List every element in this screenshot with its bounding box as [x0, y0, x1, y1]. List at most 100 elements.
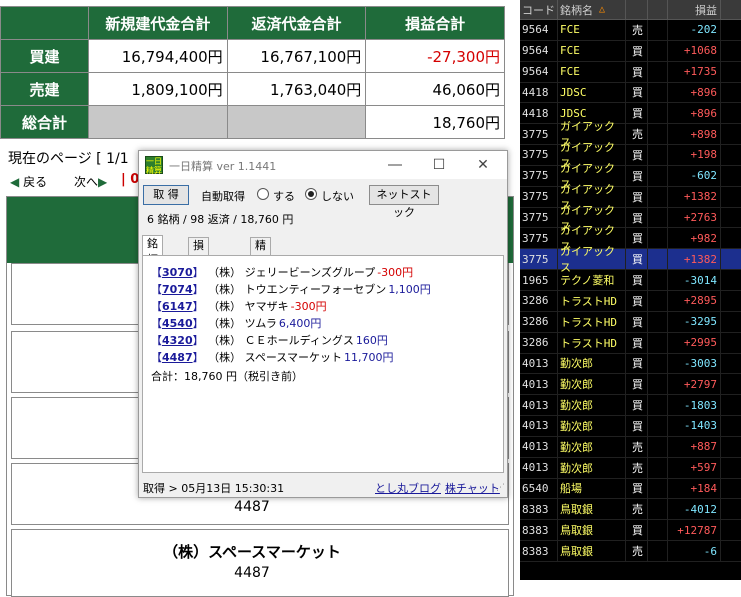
- col-code-header[interactable]: コード: [520, 0, 558, 19]
- tab-pl-trend[interactable]: 損益推移: [188, 237, 209, 300]
- stock-code: 3775: [520, 186, 558, 207]
- stock-row[interactable]: 8383 鳥取銀売 -6: [520, 541, 741, 562]
- stock-pl: -1403: [668, 416, 721, 436]
- header-close-total: 返済代金合計: [226, 6, 367, 40]
- trade-amount: 160円: [355, 334, 388, 347]
- stock-row[interactable]: 3286 トラストHD 買 -3295: [520, 311, 741, 333]
- trade-amount: 6,400円: [278, 317, 322, 330]
- stock-row[interactable]: 1965 テクノ菱和買 -3014: [520, 270, 741, 291]
- stock-code-link[interactable]: 4540: [162, 317, 193, 330]
- row-filler: [648, 82, 668, 103]
- tab-settlement[interactable]: 精算表: [250, 237, 271, 284]
- tab-by-stock[interactable]: 銘柄別: [142, 235, 163, 282]
- blog-link[interactable]: とし丸ブログ: [375, 480, 441, 496]
- stock-name: FCE: [558, 61, 626, 82]
- stock-name: （株） トウエンティーフォーセブン: [213, 283, 387, 296]
- stock-pl: +2797: [668, 374, 721, 395]
- trade-line: 【6147】 （株） ヤマザキ -300円: [151, 298, 503, 315]
- stock-row[interactable]: 3775 ガイアックス買 +198: [520, 141, 741, 170]
- row-filler: [648, 61, 668, 82]
- prev-page-link[interactable]: ◀ 戻る: [10, 173, 47, 190]
- minimize-button[interactable]: ―: [373, 154, 417, 176]
- stock-code-link[interactable]: 6147: [162, 300, 193, 313]
- netstock-button[interactable]: ネットストック: [369, 185, 439, 219]
- detail-stock-name: （株）スペースマーケット: [163, 543, 341, 561]
- stock-name: トラストHD: [558, 332, 626, 353]
- trade-side: 買: [626, 416, 648, 436]
- trade-side: 買: [626, 290, 648, 311]
- stock-code: 3286: [520, 311, 558, 332]
- stock-row[interactable]: 3775 ガイアックス買 +1382: [520, 183, 741, 212]
- stock-code: 8383: [520, 499, 558, 520]
- trade-side: 買: [626, 478, 648, 499]
- stock-code-link[interactable]: 7074: [162, 283, 193, 296]
- stock-row[interactable]: 9564 FCE 売 -202: [520, 20, 741, 41]
- stock-row[interactable]: 4013 勤次郎買 -1803: [520, 395, 741, 417]
- stock-name: トラストHD: [558, 311, 626, 332]
- stock-chat-link[interactable]: 株チャット: [445, 480, 500, 496]
- stock-pl: +597: [668, 457, 721, 478]
- row-filler: [648, 124, 668, 145]
- stock-row[interactable]: 4013 勤次郎売 +597: [520, 457, 741, 479]
- col-pl-header[interactable]: 損益: [668, 0, 721, 19]
- stock-name: 勤次郎: [558, 416, 626, 436]
- stock-code-link[interactable]: 4320: [162, 334, 193, 347]
- summary-header-row: 新規建代金合計 返済代金合計 損益合計: [0, 6, 505, 40]
- trade-side: 売: [626, 541, 648, 561]
- prev-arrow-icon: ◀: [10, 175, 20, 189]
- buy-new-total: 16,794,400円: [88, 39, 228, 73]
- stock-code-link[interactable]: 4487: [162, 351, 193, 364]
- row-filler: [648, 353, 668, 374]
- stock-code-link[interactable]: 3070: [162, 266, 193, 279]
- stock-row[interactable]: 4013 勤次郎売 +887: [520, 436, 741, 458]
- row-filler: [648, 145, 668, 165]
- stock-row[interactable]: 3775 ガイアックス買 +1382: [520, 245, 741, 274]
- stock-row[interactable]: 9564 FCE 買 +1068: [520, 40, 741, 62]
- stock-row[interactable]: 4013 勤次郎買 -1403: [520, 416, 741, 437]
- auto-fetch-off-radio[interactable]: [305, 188, 317, 200]
- row-filler: [648, 228, 668, 249]
- stock-row[interactable]: 3775 ガイアックス買 +2763: [520, 204, 741, 233]
- window-title: 一日精算 ver 1.1441: [169, 160, 277, 173]
- stock-code: 9564: [520, 40, 558, 61]
- row-filler: [648, 436, 668, 457]
- auto-fetch-on-radio[interactable]: [257, 188, 269, 200]
- auto-fetch-off-label[interactable]: しない: [321, 188, 354, 204]
- stock-row[interactable]: 4418 JDSC 買 +896: [520, 103, 741, 125]
- stock-row[interactable]: 8383 鳥取銀買 +12787: [520, 520, 741, 542]
- stock-name: （株） ＣＥホールディングス: [213, 334, 354, 347]
- stock-name: テクノ菱和: [558, 270, 626, 290]
- stock-row[interactable]: 3286 トラストHD 買 +2995: [520, 332, 741, 354]
- row-label-buy: 買建: [0, 39, 89, 73]
- auto-fetch-on-label[interactable]: する: [273, 188, 295, 204]
- title-bar[interactable]: 一日 精算 一日精算 ver 1.1441 ― ☐ ✕: [139, 151, 507, 179]
- stock-row[interactable]: 9564 FCE 買 +1735: [520, 61, 741, 83]
- maximize-button[interactable]: ☐: [417, 154, 461, 176]
- stock-row[interactable]: 4013 勤次郎買 -3003: [520, 353, 741, 375]
- next-arrow-icon: ▶: [98, 175, 108, 189]
- resize-grip-icon[interactable]: ⋰: [496, 483, 505, 493]
- stock-row[interactable]: 3775 ガイアックス買 +982: [520, 224, 741, 253]
- sell-pl-total: 46,060円: [365, 72, 505, 106]
- stock-row[interactable]: 4418 JDSC 買 +896: [520, 82, 741, 104]
- stock-row[interactable]: 3286 トラストHD 買 +2895: [520, 290, 741, 312]
- fetch-button[interactable]: 取 得: [143, 185, 189, 205]
- stock-row[interactable]: 3775 ガイアックス売 +898: [520, 120, 741, 149]
- close-button[interactable]: ✕: [461, 154, 505, 176]
- stock-code: 8383: [520, 541, 558, 561]
- col-name-header[interactable]: 銘柄名 △: [558, 0, 626, 19]
- stock-name: ガイアックス: [558, 245, 626, 274]
- next-page-link[interactable]: 次へ▶: [74, 173, 107, 190]
- col-side-header[interactable]: [626, 0, 648, 19]
- bracket-open: 【: [151, 300, 162, 313]
- stock-row[interactable]: 3775 ガイアックス買 -602: [520, 162, 741, 191]
- grand-close-total: [226, 105, 367, 139]
- trade-side: 買: [626, 228, 648, 249]
- stock-row[interactable]: 6540 船場買 +184: [520, 478, 741, 500]
- stock-row[interactable]: 4013 勤次郎買 +2797: [520, 374, 741, 396]
- trade-side: 買: [626, 270, 648, 290]
- row-filler: [648, 207, 668, 228]
- stock-code: 3775: [520, 124, 558, 145]
- row-filler: [648, 311, 668, 332]
- stock-row[interactable]: 8383 鳥取銀売 -4012: [520, 499, 741, 521]
